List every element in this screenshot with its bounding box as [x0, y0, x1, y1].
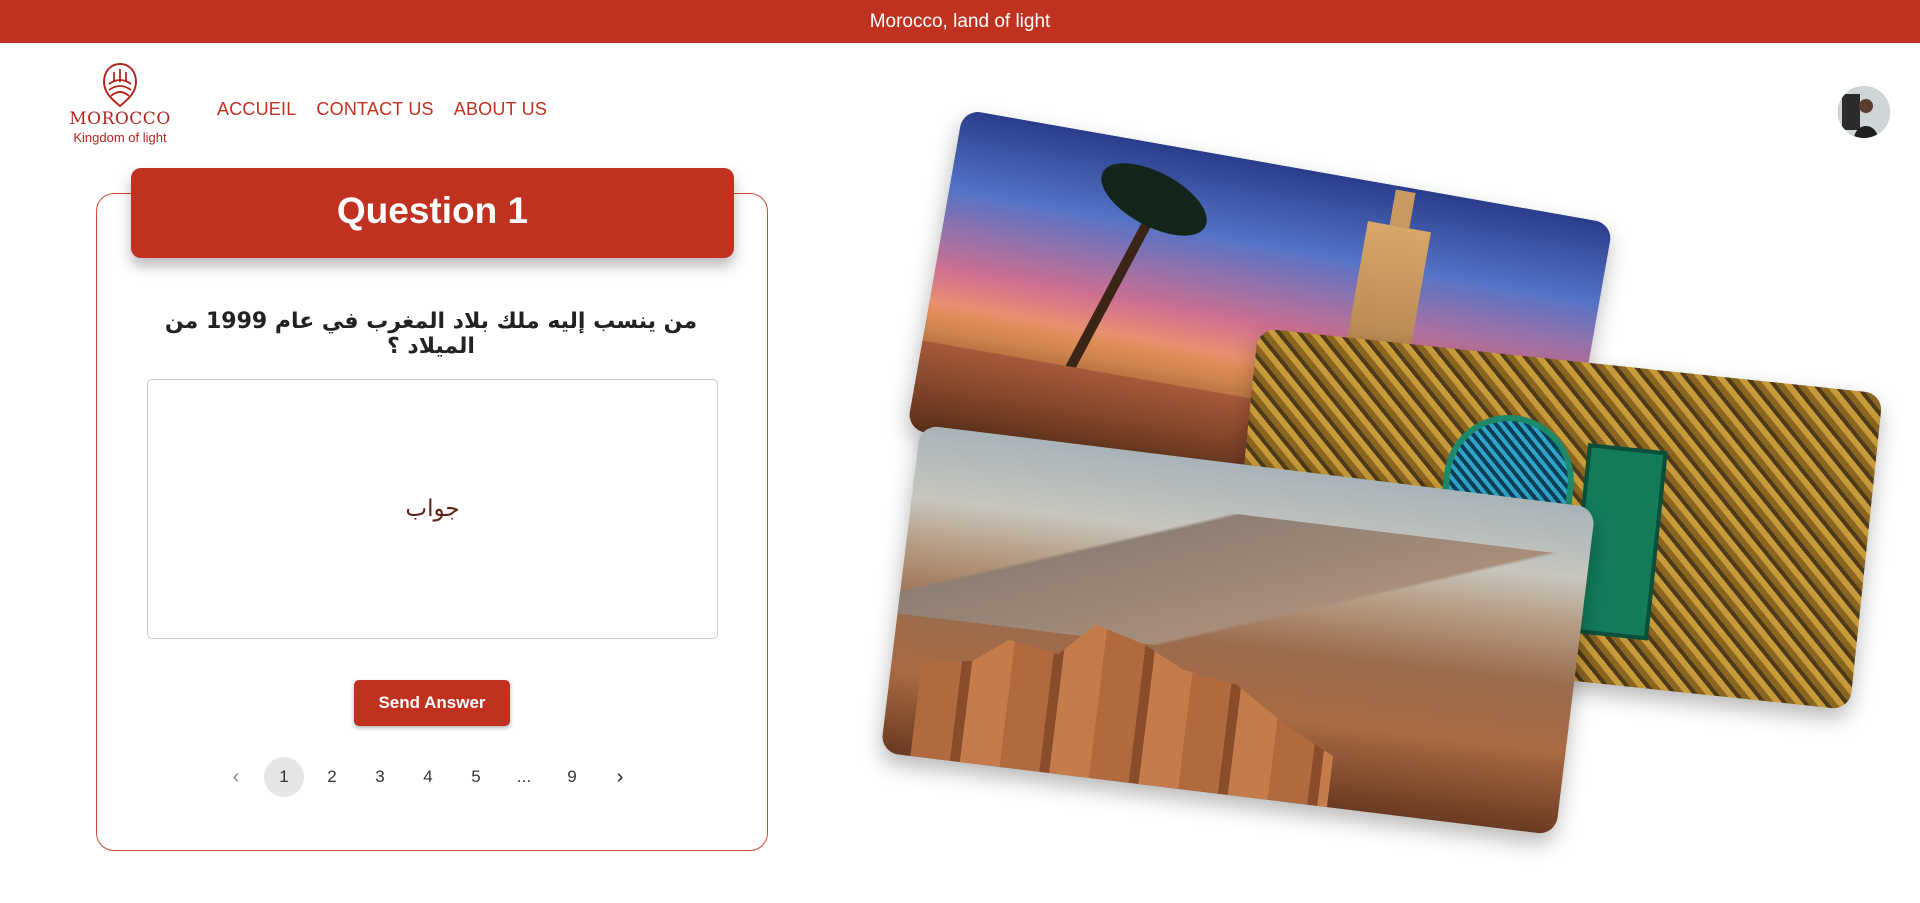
pagination: ‹ 1 2 3 4 5 ... 9 › — [216, 757, 648, 797]
chevron-right-icon[interactable]: › — [600, 757, 640, 797]
answer-input[interactable]: جواب — [147, 379, 718, 639]
question-title: Question 1 — [336, 190, 529, 231]
send-answer-button[interactable]: Send Answer — [354, 680, 510, 726]
top-banner: Morocco, land of light — [0, 0, 1920, 43]
answer-placeholder: جواب — [405, 496, 460, 522]
page-button-5[interactable]: 5 — [456, 757, 496, 797]
nav-link-accueil[interactable]: ACCUEIL — [217, 99, 296, 120]
page-ellipsis: ... — [516, 767, 532, 786]
main-nav: ACCUEIL CONTACT US ABOUT US — [217, 99, 547, 120]
page-button-3[interactable]: 3 — [360, 757, 400, 797]
logo-title: MOROCCO — [69, 109, 171, 129]
page-button-1[interactable]: 1 — [264, 757, 304, 797]
nav-link-contact-us[interactable]: CONTACT US — [316, 99, 433, 120]
page-button-9[interactable]: 9 — [552, 757, 592, 797]
avatar-image — [1838, 86, 1890, 138]
question-header: Question 1 — [131, 168, 734, 258]
chevron-left-icon[interactable]: ‹ — [216, 757, 256, 797]
page-button-2[interactable]: 2 — [312, 757, 352, 797]
site-logo[interactable]: MOROCCO Kingdom of light — [64, 62, 176, 152]
page-button-4[interactable]: 4 — [408, 757, 448, 797]
logo-subtitle: Kingdom of light — [73, 130, 167, 145]
nav-link-about-us[interactable]: ABOUT US — [454, 99, 547, 120]
user-avatar[interactable] — [1838, 86, 1890, 138]
question-text: من ينسب إليه ملك بلاد المغرب في عام 1999… — [164, 309, 698, 359]
logo-emblem-icon — [102, 62, 138, 108]
banner-text: Morocco, land of light — [869, 10, 1051, 32]
